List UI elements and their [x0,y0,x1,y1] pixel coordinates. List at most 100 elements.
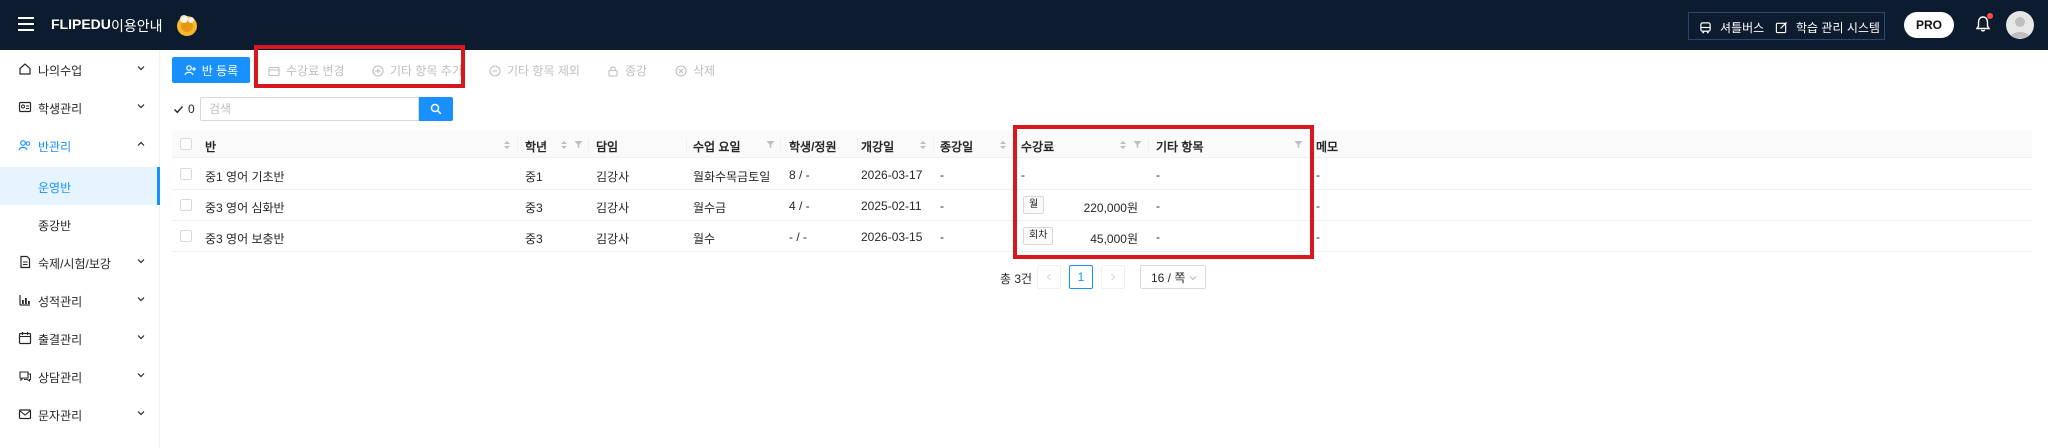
register-class-button[interactable]: 반 등록 [172,57,250,83]
column-days[interactable]: 수업 요일 [693,138,741,155]
cell-start-date: 2026-03-15 [861,230,923,244]
chevron-down-icon [137,373,145,378]
guide-link[interactable]: 이용안내 [111,16,163,36]
highlight-box-toolbar [254,45,465,88]
sort-icon[interactable] [999,140,1007,150]
sidebar-item-students[interactable]: 학생관리 [0,88,160,126]
cell-memo: - [1316,230,1320,244]
sidebar-item-label: 반관리 [38,140,72,154]
chevron-down-icon [1189,276,1197,281]
sidebar-subitem-label: 운영반 [38,181,72,195]
next-page-button[interactable] [1101,265,1125,289]
sidebar-item-my-class[interactable]: 나의수업 [0,50,160,88]
sidebar-item-messages[interactable]: 문자관리 [0,395,160,433]
sort-icon[interactable] [503,140,511,150]
user-add-icon [184,65,196,76]
user-icon [2010,17,2030,38]
cell-days: 월화수목금토일 [693,170,771,184]
filter-icon[interactable] [574,140,583,149]
cell-students: 4 / - [789,199,810,213]
delete-icon [675,64,687,77]
sort-icon[interactable] [919,140,927,150]
column-grade[interactable]: 학년 [525,138,547,155]
filter-icon[interactable] [766,140,775,149]
mascot-icon [177,15,197,36]
select-all-checkbox[interactable] [180,138,192,150]
top-bar: FLIPEDU 이용안내 셔틀버스 학습 관리 시스템 PRO [0,0,2048,50]
sidebar-item-classes[interactable]: 반관리 [0,126,160,164]
column-divider [933,138,934,152]
close-class-button[interactable]: 종강 [607,62,647,79]
bar-chart-icon [19,295,30,306]
cell-class[interactable]: 중1 영어 기초반 [205,168,285,185]
cell-class[interactable]: 중3 영어 심화반 [205,199,285,216]
cell-class[interactable]: 중3 영어 보충반 [205,230,285,247]
pro-button[interactable]: PRO [1904,12,1954,38]
cell-days: 월수금 [693,201,727,215]
page-size-value: 16 / 쪽 [1151,270,1186,285]
column-divider [857,138,858,152]
column-memo[interactable]: 메모 [1316,138,1338,155]
minus-circle-icon [489,64,501,77]
close-class-label: 종강 [625,64,648,78]
cell-grade: 중3 [525,201,543,215]
sidebar-item-counseling[interactable]: 상담관리 [0,357,160,395]
sidebar-item-attendance[interactable]: 출결관리 [0,319,160,357]
search-input[interactable] [200,97,419,121]
cell-start-date: 2025-02-11 [861,199,922,213]
search-button[interactable] [419,97,453,121]
check-icon [174,105,184,113]
column-start-date[interactable]: 개강일 [861,138,894,155]
delete-button[interactable]: 삭제 [675,62,715,79]
lms-label: 학습 관리 시스템 [1796,21,1880,35]
cell-memo: - [1316,168,1320,182]
chevron-down-icon [137,104,145,109]
edit-icon [1775,21,1788,34]
chevron-down-icon [137,297,145,302]
register-class-label: 반 등록 [201,63,239,78]
sidebar-item-label: 숙제/시험/보강 [38,257,111,271]
users-icon [18,140,31,151]
cell-grade: 중3 [525,232,543,246]
sort-icon[interactable] [560,140,568,150]
menu-icon[interactable] [18,17,34,31]
cell-teacher: 김강사 [596,232,630,246]
sidebar-item-homework[interactable]: 숙제/시험/보강 [0,243,160,281]
sidebar-subitem-closed-classes[interactable]: 종강반 [0,205,160,243]
column-teacher[interactable]: 담임 [596,138,618,155]
cell-grade: 중1 [525,170,543,184]
search-icon [430,103,442,115]
chat-icon [19,371,31,382]
selected-count-value: 0 [188,102,195,116]
row-checkbox[interactable] [180,168,192,180]
avatar[interactable] [2006,11,2034,39]
chevron-down-icon [137,335,145,340]
home-icon [19,63,31,75]
column-divider [517,138,518,152]
chevron-right-icon [1111,273,1116,281]
sidebar-item-label: 학생관리 [38,102,83,116]
column-students[interactable]: 학생/정원 [789,138,837,155]
page-1-button[interactable]: 1 [1069,265,1093,289]
prev-page-button[interactable] [1037,265,1061,289]
notification-dot [1987,13,1993,19]
delete-label: 삭제 [693,64,716,78]
column-class[interactable]: 반 [205,138,216,155]
sidebar-subitem-label: 종강반 [38,219,72,233]
lms-link[interactable]: 학습 관리 시스템 [1775,19,1880,36]
sidebar-item-label: 나의수업 [38,64,83,78]
column-end-date[interactable]: 종강일 [940,138,973,155]
cell-students: - / - [789,230,807,244]
shuttle-link[interactable]: 셔틀버스 [1699,19,1764,36]
remove-other-item-button[interactable]: 기타 항목 제외 [489,62,580,79]
row-checkbox[interactable] [180,199,192,211]
sidebar-subitem-active-classes[interactable]: 운영반 [0,167,160,205]
row-checkbox[interactable] [180,230,192,242]
sidebar: 나의수업 학생관리 반관리 운영반 종강반 숙제/시험/보강 성적관리 출결관리… [0,50,160,448]
cell-end-date: - [940,168,944,182]
brand-logo[interactable]: FLIPEDU [51,16,111,32]
sidebar-item-grades[interactable]: 성적관리 [0,281,160,319]
top-links-box: 셔틀버스 학습 관리 시스템 [1688,12,1885,40]
page-size-select[interactable]: 16 / 쪽 [1140,265,1206,289]
cell-end-date: - [940,230,944,244]
